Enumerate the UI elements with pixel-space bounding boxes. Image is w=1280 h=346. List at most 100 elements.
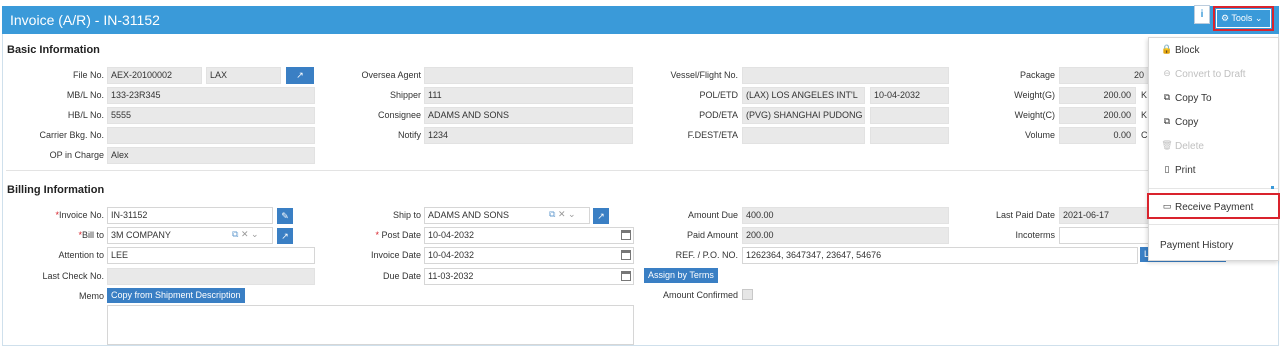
tools-dropdown-menu: 🔒 Block ⊖ Convert to Draft ⧉ Copy To ⧉ C… <box>1148 37 1279 261</box>
ref-po-field[interactable]: 1262364, 3647347, 23647, 54676 <box>742 247 1138 264</box>
weight-g-field[interactable]: 200.00 <box>1059 87 1136 104</box>
page-title: Invoice (A/R) - IN-31152 <box>10 12 160 28</box>
external-link-icon: ↗ <box>296 70 304 80</box>
menu-item-delete: 🗑 Delete <box>1149 137 1278 157</box>
etd-field[interactable]: 10-04-2032 <box>870 87 949 104</box>
oversea-agent-label: Oversea Agent <box>361 70 421 80</box>
memo-textarea[interactable] <box>107 305 634 345</box>
chevron-down-icon[interactable]: ⌄ <box>251 229 259 239</box>
open-file-button[interactable]: ↗ <box>286 67 314 84</box>
calendar-icon[interactable] <box>621 271 631 281</box>
menu-item-payment-history[interactable]: Payment History <box>1149 236 1278 256</box>
menu-item-copy[interactable]: ⧉ Copy <box>1149 113 1278 133</box>
menu-item-label: Block <box>1175 45 1200 56</box>
menu-item-convert-to-draft: ⊖ Convert to Draft <box>1149 65 1278 85</box>
pol-field[interactable]: (LAX) LOS ANGELES INT'L <box>742 87 865 104</box>
mbl-no-field[interactable]: 133-23R345 <box>107 87 315 104</box>
file-no-branch-field[interactable]: LAX <box>206 67 281 84</box>
op-in-charge-label: OP in Charge <box>49 150 104 160</box>
amount-confirmed-label: Amount Confirmed <box>662 290 738 300</box>
volume-field[interactable]: 0.00 <box>1059 127 1136 144</box>
post-date-label: * Post Date <box>330 230 421 240</box>
carrier-bkg-field[interactable] <box>107 127 315 144</box>
bill-to-link-button[interactable]: ↗ <box>277 228 293 244</box>
menu-separator <box>1149 188 1278 189</box>
fdest-field[interactable] <box>742 127 865 144</box>
paid-amount-field[interactable]: 200.00 <box>742 227 949 244</box>
invoice-no-field[interactable]: IN-31152 <box>107 207 273 224</box>
pod-field[interactable]: (PVG) SHANGHAI PUDONG <box>742 107 865 124</box>
last-paid-date-field[interactable]: 2021-06-17 <box>1059 207 1149 224</box>
menu-item-label: Delete <box>1175 141 1204 152</box>
info-button[interactable]: i <box>1194 5 1210 24</box>
copy-shipment-description-button[interactable]: Copy from Shipment Description <box>107 288 245 303</box>
attention-to-label: Attention to <box>58 250 104 260</box>
amount-due-label: Amount Due <box>687 210 738 220</box>
ship-to-field-icons: ⧉ ✕ ⌄ <box>549 209 576 220</box>
clear-icon[interactable]: ✕ <box>241 229 249 239</box>
open-icon[interactable]: ⧉ <box>549 209 555 219</box>
due-date-field[interactable]: 11-03-2032 <box>424 268 634 285</box>
convert-icon: ⊖ <box>1163 68 1171 78</box>
consignee-field[interactable]: ADAMS AND SONS <box>424 107 633 124</box>
carrier-bkg-label: Carrier Bkg. No. <box>39 130 104 140</box>
invoice-date-field[interactable]: 10-04-2032 <box>424 247 634 264</box>
tools-label: Tools ⌄ <box>1231 13 1263 23</box>
incoterms-field[interactable] <box>1059 227 1149 244</box>
last-check-no-label: Last Check No. <box>42 271 104 281</box>
document-icon: ▯ <box>1164 164 1170 174</box>
invoice-date-label: Invoice Date <box>370 250 421 260</box>
volume-label: Volume <box>1024 130 1055 140</box>
menu-item-copy-to[interactable]: ⧉ Copy To <box>1149 89 1278 109</box>
fdest-eta-field[interactable] <box>870 127 949 144</box>
post-date-field[interactable]: 10-04-2032 <box>424 227 634 244</box>
ref-po-label: REF. / P.O. NO. <box>675 250 738 260</box>
notify-field[interactable]: 1234 <box>424 127 633 144</box>
receive-payment-highlight-box <box>1147 193 1280 219</box>
shipper-field[interactable]: 111 <box>424 87 633 104</box>
gears-icon: ⚙ <box>1221 13 1230 23</box>
weight-c-field[interactable]: 200.00 <box>1059 107 1136 124</box>
oversea-agent-field[interactable] <box>424 67 633 84</box>
eta-field[interactable] <box>870 107 949 124</box>
calendar-icon[interactable] <box>621 250 631 260</box>
consignee-label: Consignee <box>377 110 421 120</box>
amount-due-field[interactable]: 400.00 <box>742 207 949 224</box>
paid-amount-label: Paid Amount <box>686 230 738 240</box>
assign-by-terms-button[interactable]: Assign by Terms <box>644 268 718 283</box>
vessel-field[interactable] <box>742 67 949 84</box>
amount-confirmed-checkbox[interactable] <box>742 289 753 300</box>
arrow-icon: ↗ <box>281 231 289 241</box>
file-no-field[interactable]: AEX-20100002 <box>107 67 202 84</box>
open-icon[interactable]: ⧉ <box>232 229 238 239</box>
menu-item-print[interactable]: ▯ Print <box>1149 161 1278 181</box>
calendar-icon[interactable] <box>621 230 631 240</box>
hbl-no-field[interactable]: 5555 <box>107 107 315 124</box>
chevron-down-icon[interactable]: ⌄ <box>568 209 576 219</box>
menu-item-label: Copy <box>1175 117 1199 128</box>
fdest-eta-label: F.DEST/ETA <box>687 130 738 140</box>
ship-to-link-button[interactable]: ↗ <box>593 208 609 224</box>
op-in-charge-field[interactable]: Alex <box>107 147 315 164</box>
scroll-indicator <box>1271 186 1274 189</box>
pol-etd-label: POL/ETD <box>699 90 738 100</box>
bill-to-label-text: Bill to <box>81 230 104 240</box>
vessel-label: Vessel/Flight No. <box>670 70 738 80</box>
last-check-no-field[interactable] <box>107 268 315 285</box>
menu-item-label: Payment History <box>1160 240 1234 251</box>
file-no-label: File No. <box>72 70 104 80</box>
menu-item-block[interactable]: 🔒 Block <box>1149 41 1278 61</box>
section-title-billing: Billing Information <box>7 184 105 196</box>
clear-icon[interactable]: ✕ <box>558 209 566 219</box>
bill-to-label: *Bill to <box>14 230 104 240</box>
weight-g-label: Weight(G) <box>1014 90 1055 100</box>
memo-label: Memo <box>78 291 104 301</box>
tools-button[interactable]: ⚙ Tools ⌄ <box>1216 9 1271 28</box>
attention-to-field[interactable]: LEE <box>107 247 315 264</box>
section-divider <box>6 170 1272 171</box>
invoice-no-edit-button[interactable]: ✎ <box>277 208 293 224</box>
package-field[interactable]: 20 <box>1059 67 1149 84</box>
notify-label: Notify <box>397 130 421 140</box>
window-titlebar: Invoice (A/R) - IN-31152 <box>2 6 1279 34</box>
hbl-no-label: HB/L No. <box>67 110 104 120</box>
